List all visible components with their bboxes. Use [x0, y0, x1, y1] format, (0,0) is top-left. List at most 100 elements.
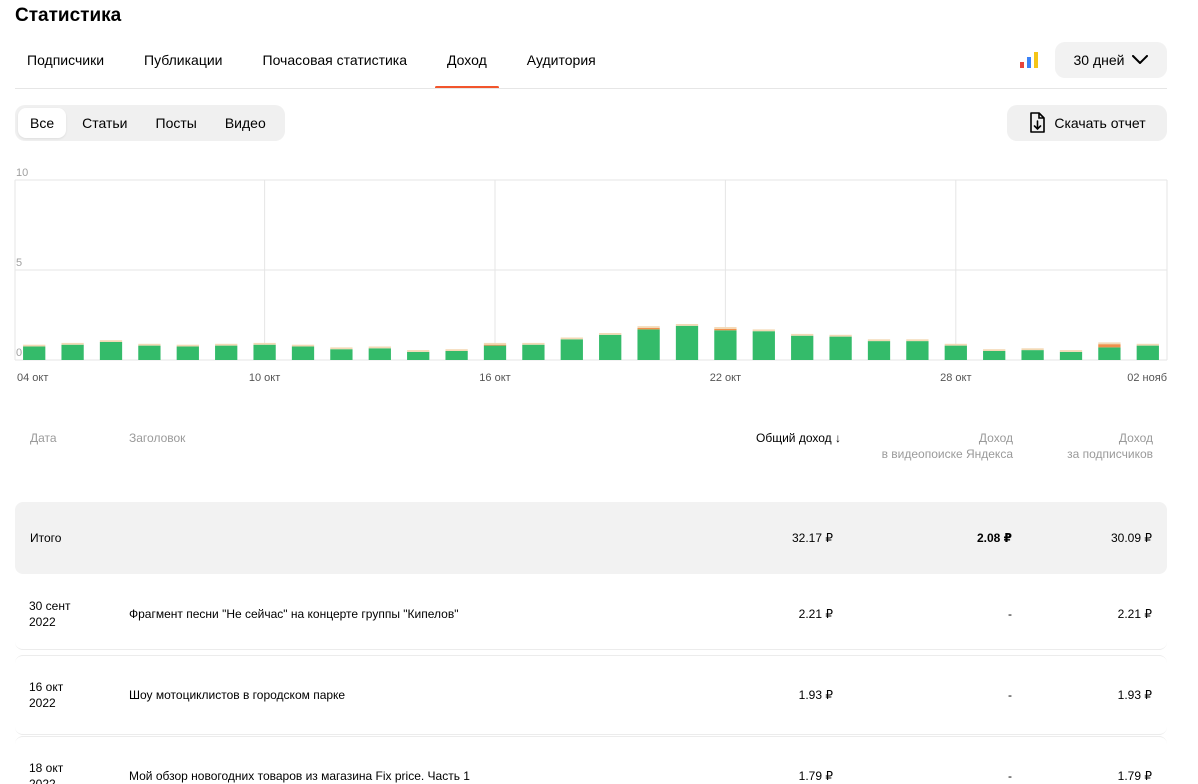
chart-bar-segment[interactable] [675, 325, 699, 360]
chart-bar-segment[interactable] [176, 344, 199, 347]
chart-bar-segment[interactable] [61, 342, 84, 345]
chart-bar-segment[interactable] [983, 349, 1006, 351]
chart-bar-segment[interactable] [61, 344, 84, 360]
tab-audience[interactable]: Аудитория [515, 40, 608, 89]
x-tick-label: 16 окт [479, 372, 510, 384]
chart-bar-segment[interactable] [906, 341, 929, 360]
tab-hourly-stats[interactable]: Почасовая статистика [251, 40, 420, 89]
page-title: Статистика [15, 5, 122, 26]
chart-bar-segment[interactable] [445, 351, 468, 360]
chart-bar-segment[interactable] [99, 342, 123, 360]
chart-bar-segment[interactable] [599, 333, 622, 335]
chart-bar-segment[interactable] [23, 344, 46, 347]
chart-bar-segment[interactable] [829, 336, 852, 360]
chart-bar-segment[interactable] [1098, 347, 1121, 360]
download-report-label: Скачать отчет [1054, 115, 1146, 131]
row-subs: 2.21 ₽ [1117, 606, 1152, 621]
chart-bar-segment[interactable] [637, 327, 660, 330]
chart-bar-segment[interactable] [944, 343, 967, 346]
chart-bar-segment[interactable] [791, 333, 814, 336]
tab-publications[interactable]: Публикации [132, 40, 234, 89]
chart-bar-segment[interactable] [714, 330, 737, 360]
chart-bar-segment[interactable] [867, 341, 891, 360]
tab-subscribers[interactable]: Подписчики [15, 40, 116, 89]
chart-bar-segment[interactable] [829, 334, 852, 337]
table-row[interactable]: 30 сент 2022 Фрагмент песни "Не сейчас" … [15, 578, 1167, 650]
chart-bar-segment[interactable] [330, 347, 353, 350]
chart-bar-segment[interactable] [253, 342, 276, 345]
chart-bar-segment[interactable] [867, 339, 891, 342]
row-video: - [1008, 688, 1012, 702]
summary-row: Итого 32.17 ₽ 2.08 ₽ 30.09 ₽ [15, 502, 1167, 574]
chart-bar-segment[interactable] [368, 348, 391, 360]
period-selector[interactable]: 30 дней [1055, 42, 1167, 78]
chart-bar-segment[interactable] [675, 324, 699, 326]
chart-bar-segment[interactable] [445, 349, 468, 351]
chart-bar-segment[interactable] [138, 345, 161, 360]
row-title[interactable]: Шоу мотоциклистов в городском парке [129, 687, 345, 703]
filter-all[interactable]: Все [18, 108, 67, 138]
row-video: - [1008, 769, 1012, 783]
chart-bar-segment[interactable] [791, 335, 814, 360]
chart-bar-segment[interactable] [407, 351, 430, 360]
chart-bar-segment[interactable] [1098, 344, 1121, 348]
header-total-income-sort[interactable]: Общий доход ↓ [756, 430, 841, 446]
chart-bar-segment[interactable] [1021, 350, 1044, 360]
tab-income[interactable]: Доход [435, 40, 499, 89]
chart-bar-segment[interactable] [752, 331, 775, 360]
chart-bar-segment[interactable] [483, 345, 507, 360]
chart-bar-segment[interactable] [138, 343, 161, 346]
chart-bar-segment[interactable] [714, 327, 737, 329]
x-tick-label: 10 окт [249, 372, 280, 384]
filter-articles[interactable]: Статьи [70, 108, 139, 138]
chart-bar-segment[interactable] [291, 344, 315, 347]
row-date: 30 сент 2022 [29, 598, 71, 629]
row-title[interactable]: Мой обзор новогодних товаров из магазина… [129, 768, 470, 784]
chart-bar-segment[interactable] [483, 344, 507, 346]
chart-bar-segment[interactable] [1136, 343, 1159, 346]
tabs-divider [15, 88, 1167, 89]
chart-bar-segment[interactable] [1059, 351, 1083, 360]
chart-bar-segment[interactable] [522, 342, 545, 345]
chart-bar-segment[interactable] [599, 334, 622, 360]
chart-bar-segment[interactable] [176, 346, 199, 361]
chart-bar-segment[interactable] [1021, 348, 1044, 351]
chart-bar-segment[interactable] [253, 344, 276, 360]
chevron-down-icon [1132, 55, 1149, 64]
chart-bar-segment[interactable] [906, 339, 929, 342]
chart-bar-segment[interactable] [407, 350, 430, 352]
filter-posts[interactable]: Посты [144, 108, 209, 138]
chart-bar-segment[interactable] [23, 346, 46, 361]
chart-bar-segment[interactable] [752, 329, 775, 332]
chart-bar-segment[interactable] [1098, 342, 1121, 345]
table-row[interactable]: 16 окт 2022 Шоу мотоциклистов в городско… [15, 655, 1167, 735]
chart-bar-segment[interactable] [483, 342, 507, 345]
header-title: Заголовок [129, 431, 186, 445]
chart-bar-segment[interactable] [1059, 350, 1083, 352]
chart-bar-segment[interactable] [330, 349, 353, 360]
download-report-button[interactable]: Скачать отчет [1007, 105, 1167, 141]
chart-bar-segment[interactable] [983, 351, 1006, 360]
chart-bar-segment[interactable] [944, 345, 967, 360]
bar-chart-icon[interactable] [1019, 51, 1039, 69]
row-title[interactable]: Фрагмент песни "Не сейчас" на концерте г… [129, 606, 458, 622]
sort-arrow-down-icon: ↓ [834, 431, 841, 445]
chart-bar-segment[interactable] [560, 339, 583, 360]
chart-bar-segment[interactable] [714, 328, 737, 331]
chart-bar-segment[interactable] [637, 329, 660, 360]
chart-bar-segment[interactable] [215, 343, 238, 346]
chart-bar-segment[interactable] [291, 346, 315, 361]
header-subscribers-income: Доход за подписчиков [1067, 431, 1153, 461]
chart-bar-segment[interactable] [637, 326, 660, 328]
chart-bar-segment[interactable] [1136, 345, 1159, 360]
filter-videos[interactable]: Видео [213, 108, 278, 138]
period-label: 30 дней [1073, 52, 1125, 68]
chart-bar-segment[interactable] [215, 345, 238, 360]
chart-bar-segment[interactable] [99, 340, 123, 342]
chart-bar-segment[interactable] [560, 337, 583, 340]
chart-bar-segment[interactable] [522, 344, 545, 360]
row-date: 16 окт 2022 [29, 680, 64, 710]
table-row[interactable]: 18 окт 2022 Мой обзор новогодних товаров… [15, 736, 1167, 784]
y-tick-label: 10 [16, 167, 28, 179]
chart-bar-segment[interactable] [368, 346, 391, 349]
